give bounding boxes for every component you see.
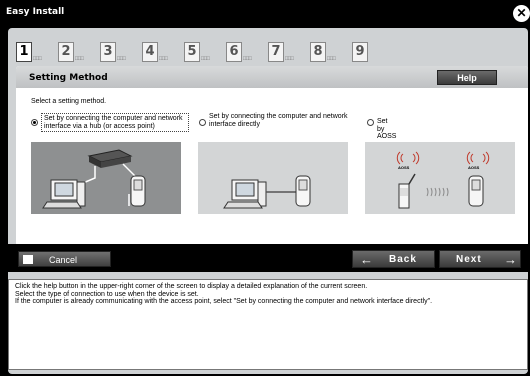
description-line: Click the help button in the upper-right…	[15, 283, 368, 290]
aoss-badge-left: AOSS	[398, 165, 410, 170]
network-device-icon	[468, 175, 484, 207]
step-5: 5 □□□	[184, 42, 222, 62]
close-icon[interactable]: ✕	[513, 5, 530, 22]
help-button[interactable]: Help	[437, 70, 497, 85]
window-title: Easy Install	[6, 7, 65, 17]
title-bar: Easy Install ✕	[0, 0, 530, 28]
radio-button[interactable]	[31, 119, 38, 126]
step-9: 9	[352, 42, 390, 62]
network-device-icon	[130, 175, 146, 207]
option-label: Set by connecting the computer and netwo…	[41, 113, 189, 132]
option-label: Set by AOSS	[377, 118, 397, 140]
hub-connection-illustration[interactable]	[31, 142, 181, 214]
cancel-label: Cancel	[49, 255, 78, 265]
navigation-bar: Cancel ← Back Next →	[8, 244, 528, 272]
network-device-icon	[295, 175, 311, 207]
step-6: 6 □□□	[226, 42, 264, 62]
computer-icon	[42, 179, 86, 209]
next-label: Next	[456, 254, 482, 265]
cancel-icon	[23, 255, 33, 264]
computer-icon	[223, 179, 267, 209]
wizard-frame: 1 □□□ 2 □□□ 3 □□□ 4 □□□ 5 □□□ 6 □□□ 7 □□□ 8 □□□ …	[8, 28, 528, 374]
back-label: Back	[389, 254, 417, 265]
panel-title: Setting Method	[29, 73, 108, 83]
instruction-text: Select a setting method.	[31, 98, 107, 105]
setting-method-panel: Setting Method Help Select a setting met…	[16, 66, 528, 246]
wireless-waves-icon	[426, 187, 449, 197]
description-box: Click the help button in the upper-right…	[8, 279, 528, 370]
step-8: 8 □□□	[310, 42, 348, 62]
back-button[interactable]: ← Back	[352, 250, 435, 268]
panel-header: Setting Method Help	[16, 66, 528, 88]
arrow-left-icon: ←	[360, 252, 373, 267]
step-7: 7 □□□	[268, 42, 306, 62]
radio-button[interactable]	[199, 119, 206, 126]
step-4: 4 □□□	[142, 42, 180, 62]
wireless-adapter-icon	[398, 173, 416, 209]
option-label: Set by connecting the computer and netwo…	[209, 113, 348, 128]
description-line: If the computer is already communicating…	[15, 298, 433, 305]
aoss-connection-illustration[interactable]: AOSS AOSS	[365, 142, 515, 214]
radio-button[interactable]	[367, 119, 374, 126]
description-line: Select the type of connection to use whe…	[15, 290, 199, 298]
cancel-button[interactable]: Cancel	[18, 251, 111, 267]
step-2: 2 □□□	[58, 42, 96, 62]
step-1: 1 □□□	[16, 42, 54, 62]
aoss-signal-icon	[396, 151, 490, 165]
arrow-right-icon: →	[504, 252, 517, 267]
step-3: 3 □□□	[100, 42, 138, 62]
direct-connection-illustration[interactable]	[198, 142, 348, 214]
aoss-badge-right: AOSS	[468, 165, 480, 170]
next-button[interactable]: Next →	[439, 250, 521, 268]
